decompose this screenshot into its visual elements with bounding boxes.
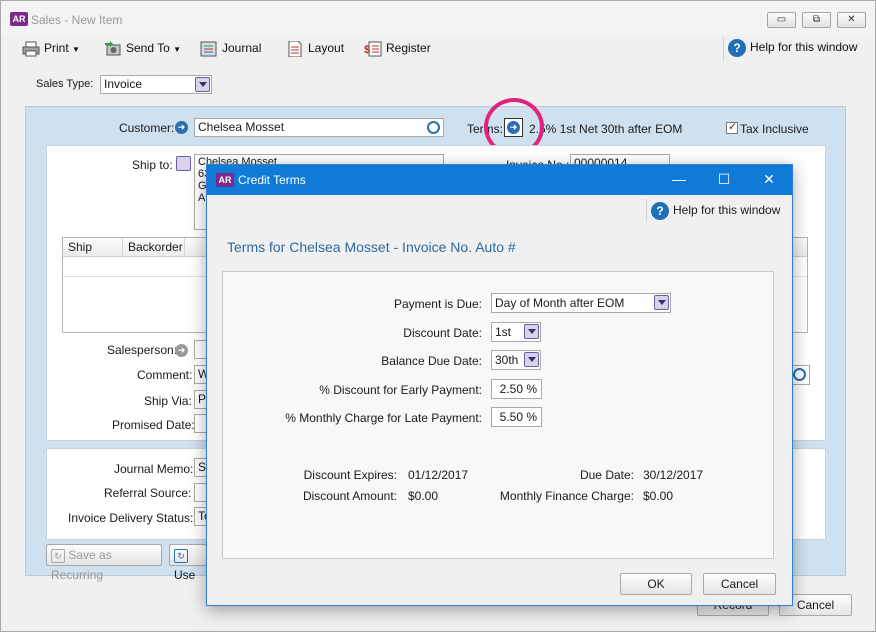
- ship-to-label: Ship to:: [132, 158, 173, 172]
- chevron-down-icon: ▼: [72, 45, 80, 54]
- discount-date-value: 1st: [495, 325, 512, 339]
- help-icon: ?: [651, 201, 669, 220]
- minimize-button[interactable]: —: [667, 169, 691, 191]
- recurring-icon: ↻: [51, 548, 65, 563]
- printer-icon: [22, 41, 40, 57]
- discount-expires-value: 01/12/2017: [408, 468, 469, 482]
- dialog-heading: Terms for Chelsea Mosset - Invoice No. A…: [227, 239, 516, 255]
- customer-label: Customer:: [119, 121, 175, 135]
- payment-due-value: Day of Month after EOM: [495, 296, 625, 310]
- customer-field[interactable]: Chelsea Mosset: [194, 118, 444, 137]
- minimize-button[interactable]: ▭: [767, 12, 796, 28]
- help-icon: ?: [728, 39, 746, 57]
- discount-date-select[interactable]: 1st: [491, 322, 541, 342]
- sales-type-select[interactable]: Invoice: [100, 75, 212, 94]
- referral-source-label: Referral Source:: [104, 486, 192, 500]
- journal-label: Journal: [222, 41, 262, 55]
- dialog-cancel-button[interactable]: Cancel: [703, 573, 776, 595]
- journal-memo-label: Journal Memo:: [114, 462, 194, 476]
- main-titlebar: AR Sales - New Item ▭ ⧉ ✕: [1, 1, 875, 35]
- use-recurring-button[interactable]: ↻ Use: [169, 544, 207, 582]
- tax-inclusive-checkbox[interactable]: [726, 120, 738, 134]
- dialog-help-button[interactable]: ? Help for this window: [651, 201, 780, 220]
- register-icon: $: [364, 41, 382, 57]
- delivery-status-label: Invoice Delivery Status:: [68, 511, 194, 525]
- help-separator: [646, 199, 647, 221]
- chevron-down-icon[interactable]: [524, 352, 539, 367]
- close-button[interactable]: ✕: [757, 169, 781, 191]
- svg-text:$: $: [364, 44, 370, 56]
- due-date-value: 30/12/2017: [643, 468, 704, 482]
- save-as-recurring-button[interactable]: ↻ Save as Recurring: [46, 544, 162, 582]
- customer-arrow-icon[interactable]: ➜: [175, 121, 188, 134]
- late-charge-label: % Monthly Charge for Late Payment:: [285, 411, 482, 425]
- help-label: Help for this window: [750, 40, 858, 55]
- promised-date-label: Promised Date:: [112, 418, 195, 432]
- payment-due-label: Payment is Due:: [393, 297, 482, 311]
- balance-due-date-label: Balance Due Date:: [381, 354, 482, 368]
- help-button[interactable]: ? Help for this window: [728, 39, 857, 57]
- app-logo-icon: AR: [10, 12, 28, 26]
- use-recurring-label: Use: [174, 568, 196, 582]
- dialog-titlebar: AR Credit Terms — ☐ ✕: [207, 165, 792, 195]
- ship-via-label: Ship Via:: [144, 394, 192, 408]
- chevron-down-icon[interactable]: [195, 77, 210, 92]
- discount-date-label: Discount Date:: [403, 326, 482, 340]
- tax-inclusive-label: Tax Inclusive: [740, 122, 809, 136]
- register-button[interactable]: $ Register: [364, 40, 431, 58]
- finance-charge-value: $0.00: [643, 489, 674, 503]
- salesperson-label: Salesperson:: [107, 343, 178, 357]
- window-title: Sales - New Item: [31, 13, 123, 27]
- customer-dropdown-icon[interactable]: [427, 121, 440, 134]
- ship-to-dropdown-icon[interactable]: [176, 156, 191, 171]
- journal-button[interactable]: Journal: [200, 40, 261, 58]
- chevron-down-icon[interactable]: [654, 295, 669, 310]
- comment-label: Comment:: [137, 368, 193, 382]
- dialog-help-label: Help for this window: [673, 203, 781, 217]
- column-header-ship[interactable]: Ship: [63, 238, 123, 257]
- due-date-label: Due Date:: [579, 468, 634, 482]
- column-header-backorder[interactable]: Backorder: [123, 238, 185, 257]
- balance-due-date-select[interactable]: 30th: [491, 350, 541, 370]
- layout-button[interactable]: Layout: [286, 40, 344, 58]
- layout-icon: [286, 40, 304, 58]
- early-discount-label: % Discount for Early Payment:: [319, 383, 482, 397]
- discount-expires-label: Discount Expires:: [303, 468, 397, 482]
- app-logo-icon: AR: [216, 173, 234, 187]
- chevron-down-icon: ▼: [173, 45, 182, 54]
- late-charge-field[interactable]: 5.50 %: [491, 407, 542, 427]
- sales-type-value: Invoice: [104, 77, 143, 91]
- recurring-icon: ↻: [174, 548, 188, 563]
- early-discount-field[interactable]: 2.50 %: [491, 379, 542, 399]
- salesperson-arrow-icon[interactable]: ➜: [175, 344, 188, 357]
- ok-button[interactable]: OK: [620, 573, 692, 595]
- customer-value: Chelsea Mosset: [198, 120, 285, 134]
- send-to-button[interactable]: Send To ▼: [104, 40, 181, 58]
- dialog-title: Credit Terms: [238, 173, 306, 187]
- right-field-stub[interactable]: [790, 365, 810, 385]
- register-label: Register: [386, 41, 431, 55]
- send-to-label: Send To: [126, 41, 170, 55]
- discount-amount-value: $0.00: [408, 489, 439, 503]
- terms-value: 2.5% 1st Net 30th after EOM: [529, 122, 683, 136]
- sales-type-label: Sales Type:: [36, 78, 94, 90]
- toolbar-separator: [723, 37, 724, 61]
- discount-amount-label: Discount Amount:: [302, 489, 397, 503]
- maximize-button[interactable]: ☐: [712, 169, 736, 191]
- chevron-down-icon[interactable]: [524, 324, 539, 339]
- credit-terms-dialog: AR Credit Terms — ☐ ✕ ? Help for this win…: [206, 164, 793, 606]
- send-icon: [104, 40, 122, 57]
- print-label: Print: [44, 41, 69, 55]
- balance-due-date-value: 30th: [495, 353, 519, 367]
- journal-icon: [200, 41, 218, 57]
- layout-label: Layout: [308, 41, 345, 55]
- toolbar: Print ▼ Send To ▼ Journal Layout $ Regis…: [1, 35, 875, 63]
- restore-button[interactable]: ⧉: [802, 12, 831, 28]
- print-button[interactable]: Print ▼: [22, 40, 80, 58]
- close-button[interactable]: ✕: [837, 12, 866, 28]
- payment-due-select[interactable]: Day of Month after EOM: [491, 293, 671, 313]
- finance-charge-label: Monthly Finance Charge:: [499, 489, 634, 503]
- dropdown-icon: [793, 368, 806, 381]
